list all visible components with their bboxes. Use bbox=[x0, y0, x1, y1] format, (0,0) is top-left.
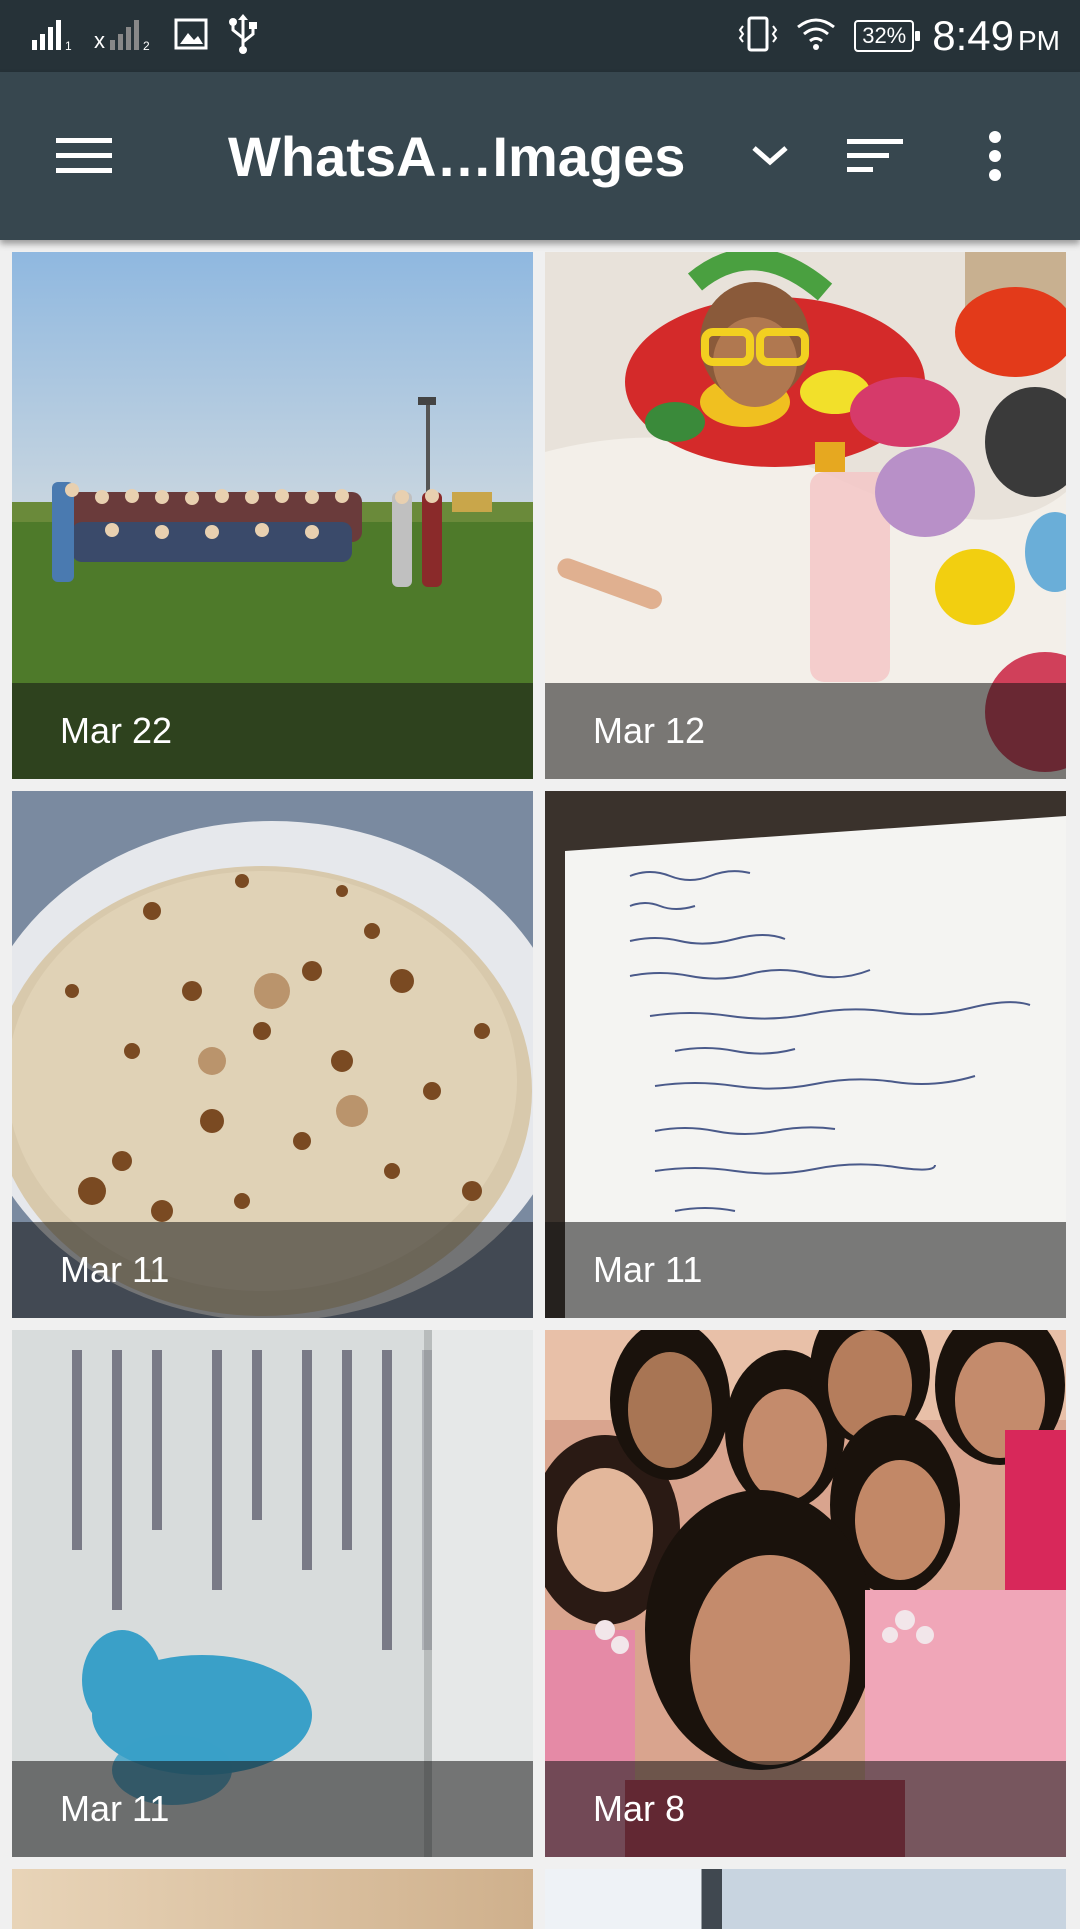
photo-tile[interactable]: Mar 8 bbox=[545, 1330, 1066, 1857]
photo-grid: Mar 22 Mar 12 Mar 11 Mar 11 Mar 11 Mar 8 bbox=[12, 252, 1068, 1929]
photo-tile[interactable]: Mar 22 bbox=[12, 252, 533, 779]
sort-icon[interactable] bbox=[840, 116, 910, 196]
battery-indicator: 32% bbox=[854, 20, 921, 52]
signal-x-icon: x 2 bbox=[94, 16, 156, 57]
usb-icon bbox=[226, 13, 260, 59]
signal-icon: 1 bbox=[30, 16, 76, 57]
chevron-down-icon[interactable] bbox=[740, 116, 800, 196]
svg-text:x: x bbox=[94, 28, 105, 52]
photo-date-label: Mar 11 bbox=[12, 1222, 533, 1318]
menu-icon[interactable] bbox=[40, 116, 128, 196]
svg-text:2: 2 bbox=[143, 39, 150, 52]
folder-title[interactable]: WhatsA…Images bbox=[228, 124, 685, 189]
image-notification-icon bbox=[174, 17, 208, 56]
status-bar: 1 x 2 32% 8:49 PM bbox=[0, 0, 1080, 72]
photo-thumbnail bbox=[12, 1869, 533, 1929]
photo-tile[interactable]: Mar 11 bbox=[12, 1330, 533, 1857]
vibrate-icon bbox=[738, 14, 778, 59]
photo-date-label: Mar 8 bbox=[545, 1761, 1066, 1857]
photo-tile[interactable] bbox=[12, 1869, 533, 1929]
photo-tile[interactable]: Mar 12 bbox=[545, 252, 1066, 779]
photo-date-label: Mar 11 bbox=[12, 1761, 533, 1857]
wifi-icon bbox=[796, 17, 836, 56]
photo-tile[interactable] bbox=[545, 1869, 1066, 1929]
photo-thumbnail bbox=[545, 1869, 1066, 1929]
app-bar: WhatsA…Images bbox=[0, 72, 1080, 240]
photo-tile[interactable]: Mar 11 bbox=[12, 791, 533, 1318]
photo-date-label: Mar 22 bbox=[12, 683, 533, 779]
clock: 8:49 PM bbox=[932, 12, 1060, 59]
photo-date-label: Mar 11 bbox=[545, 1222, 1066, 1318]
photo-tile[interactable]: Mar 11 bbox=[545, 791, 1066, 1318]
more-vert-icon[interactable] bbox=[970, 116, 1020, 196]
svg-text:1: 1 bbox=[65, 39, 72, 52]
photo-date-label: Mar 12 bbox=[545, 683, 1066, 779]
